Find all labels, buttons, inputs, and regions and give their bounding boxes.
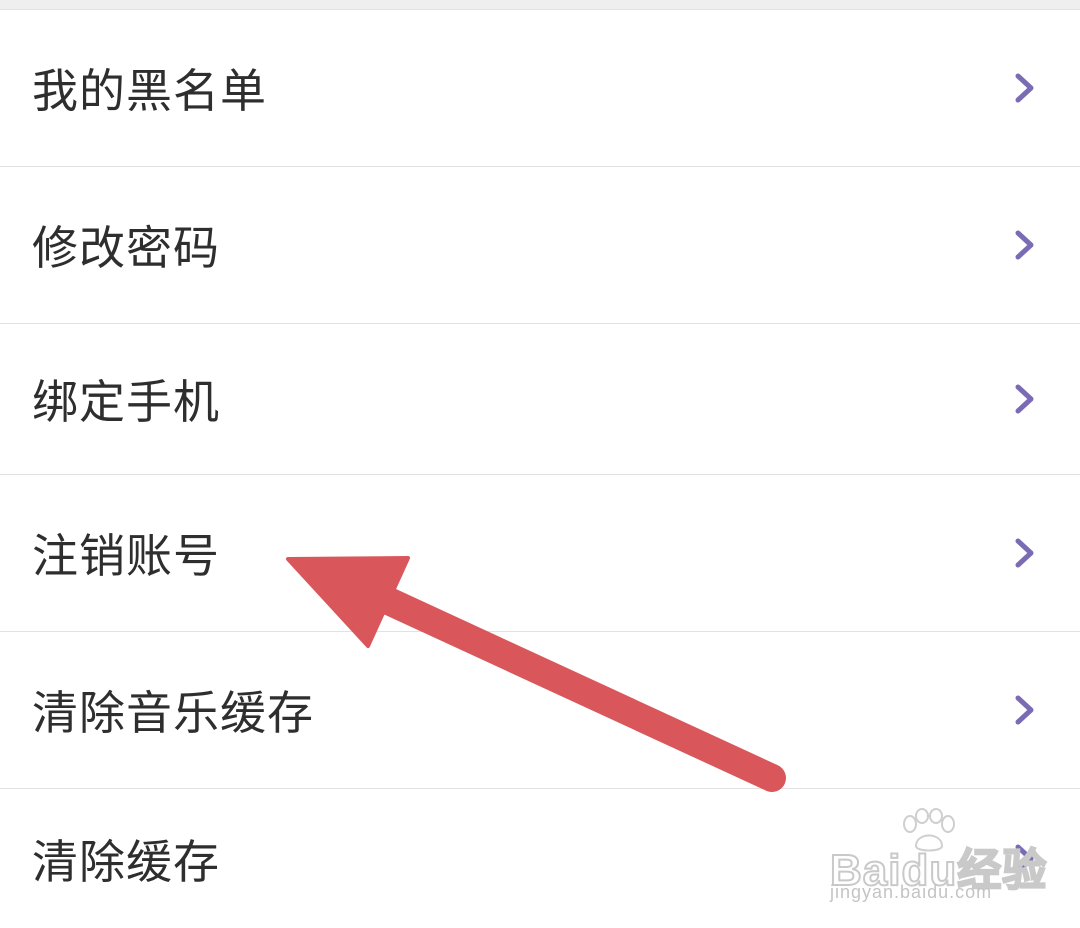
settings-item-blacklist[interactable]: 我的黑名单 [0,10,1080,167]
watermark-url: jingyan.baidu.com [830,882,993,902]
settings-item-label: 我的黑名单 [32,64,267,118]
chevron-right-icon [1012,382,1038,416]
settings-item-label: 清除音乐缓存 [32,686,314,740]
settings-item-label: 清除缓存 [32,834,220,889]
settings-item-change-password[interactable]: 修改密码 [0,167,1080,324]
settings-list: 我的黑名单 修改密码 绑定手机 注销账号 清除音乐缓存 清除缓存 [0,10,1080,928]
chevron-right-icon [1012,71,1038,105]
settings-screen: 我的黑名单 修改密码 绑定手机 注销账号 清除音乐缓存 清除缓存 Baidu经验… [0,0,1080,928]
settings-item-clear-music-cache[interactable]: 清除音乐缓存 [0,632,1080,789]
chevron-right-icon [1012,693,1038,727]
chevron-right-icon [1012,536,1038,570]
chevron-right-icon [1012,228,1038,262]
settings-item-bind-phone[interactable]: 绑定手机 [0,324,1080,475]
settings-item-delete-account[interactable]: 注销账号 [0,475,1080,632]
settings-item-label: 绑定手机 [32,375,220,429]
top-divider [0,0,1080,10]
settings-item-label: 注销账号 [32,529,220,583]
settings-item-label: 修改密码 [32,221,220,275]
baidu-jingyan-watermark: Baidu经验 jingyan.baidu.com [826,808,1066,908]
